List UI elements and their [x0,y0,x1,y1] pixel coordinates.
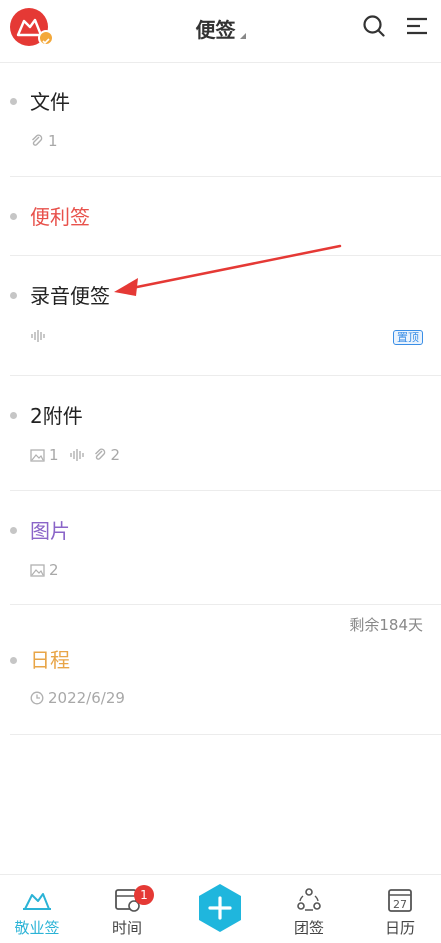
tab-jingyeqian[interactable]: 敬业签 [2,887,72,938]
pinned-badge: 置顶 [393,330,423,345]
bullet-icon [10,292,17,299]
calendar-day: 27 [393,898,407,911]
notification-badge: 1 [134,885,154,905]
bullet-icon [10,527,17,534]
tab-label: 时间 [111,919,142,937]
image-icon [30,448,45,462]
note-meta: 2 [30,561,59,579]
image-count: 1 [49,446,59,464]
image-icon [30,563,45,577]
note-title: 文件 [30,90,70,114]
bullet-icon [10,412,17,419]
bullet-icon [10,98,17,105]
team-icon [297,888,321,911]
calendar-icon: 27 [388,889,412,912]
app-header: 便签 [0,0,441,63]
bullet-icon [10,657,17,664]
note-meta: 1 2 [30,446,120,464]
paperclip-icon [94,448,105,460]
note-item[interactable]: 录音便签 置顶 [10,256,441,376]
attachment-count: 2 [110,446,121,464]
note-title: 图片 [30,519,70,543]
note-item[interactable]: 文件 1 [10,62,441,177]
note-meta [30,329,46,343]
note-title: 录音便签 [30,284,110,308]
note-meta: 2022/6/29 [30,689,125,707]
search-icon[interactable] [362,14,386,38]
add-note-button[interactable] [196,882,244,934]
menu-icon[interactable] [405,14,429,38]
tab-team[interactable]: 团签 [274,887,344,938]
tab-label: 团签 [293,919,324,937]
note-meta: 1 [30,132,58,150]
schedule-date: 2022/6/29 [48,689,125,707]
note-title: 便利签 [30,205,90,229]
audio-wave-icon [69,449,84,461]
audio-wave-icon [31,330,45,342]
note-item[interactable]: 便利签 [10,177,441,256]
cloud-icon [23,893,51,910]
tab-time[interactable]: 时间 1 [92,885,162,938]
tab-label: 敬业签 [14,919,60,937]
note-title: 日程 [30,648,70,672]
note-item[interactable]: 图片 2 [10,491,441,605]
dropdown-caret-icon [239,33,246,39]
attachment-count: 1 [48,132,58,150]
clock-icon [30,691,44,705]
paperclip-icon [32,134,43,146]
image-count: 2 [49,561,59,579]
tab-label: 日历 [384,919,415,937]
note-item[interactable]: 日程 2022/6/29 [10,605,441,735]
note-item[interactable]: 2附件 1 2 [10,376,441,491]
bullet-icon [10,213,17,220]
note-title: 2附件 [30,404,83,428]
tab-calendar[interactable]: 27 日历 [365,887,435,938]
